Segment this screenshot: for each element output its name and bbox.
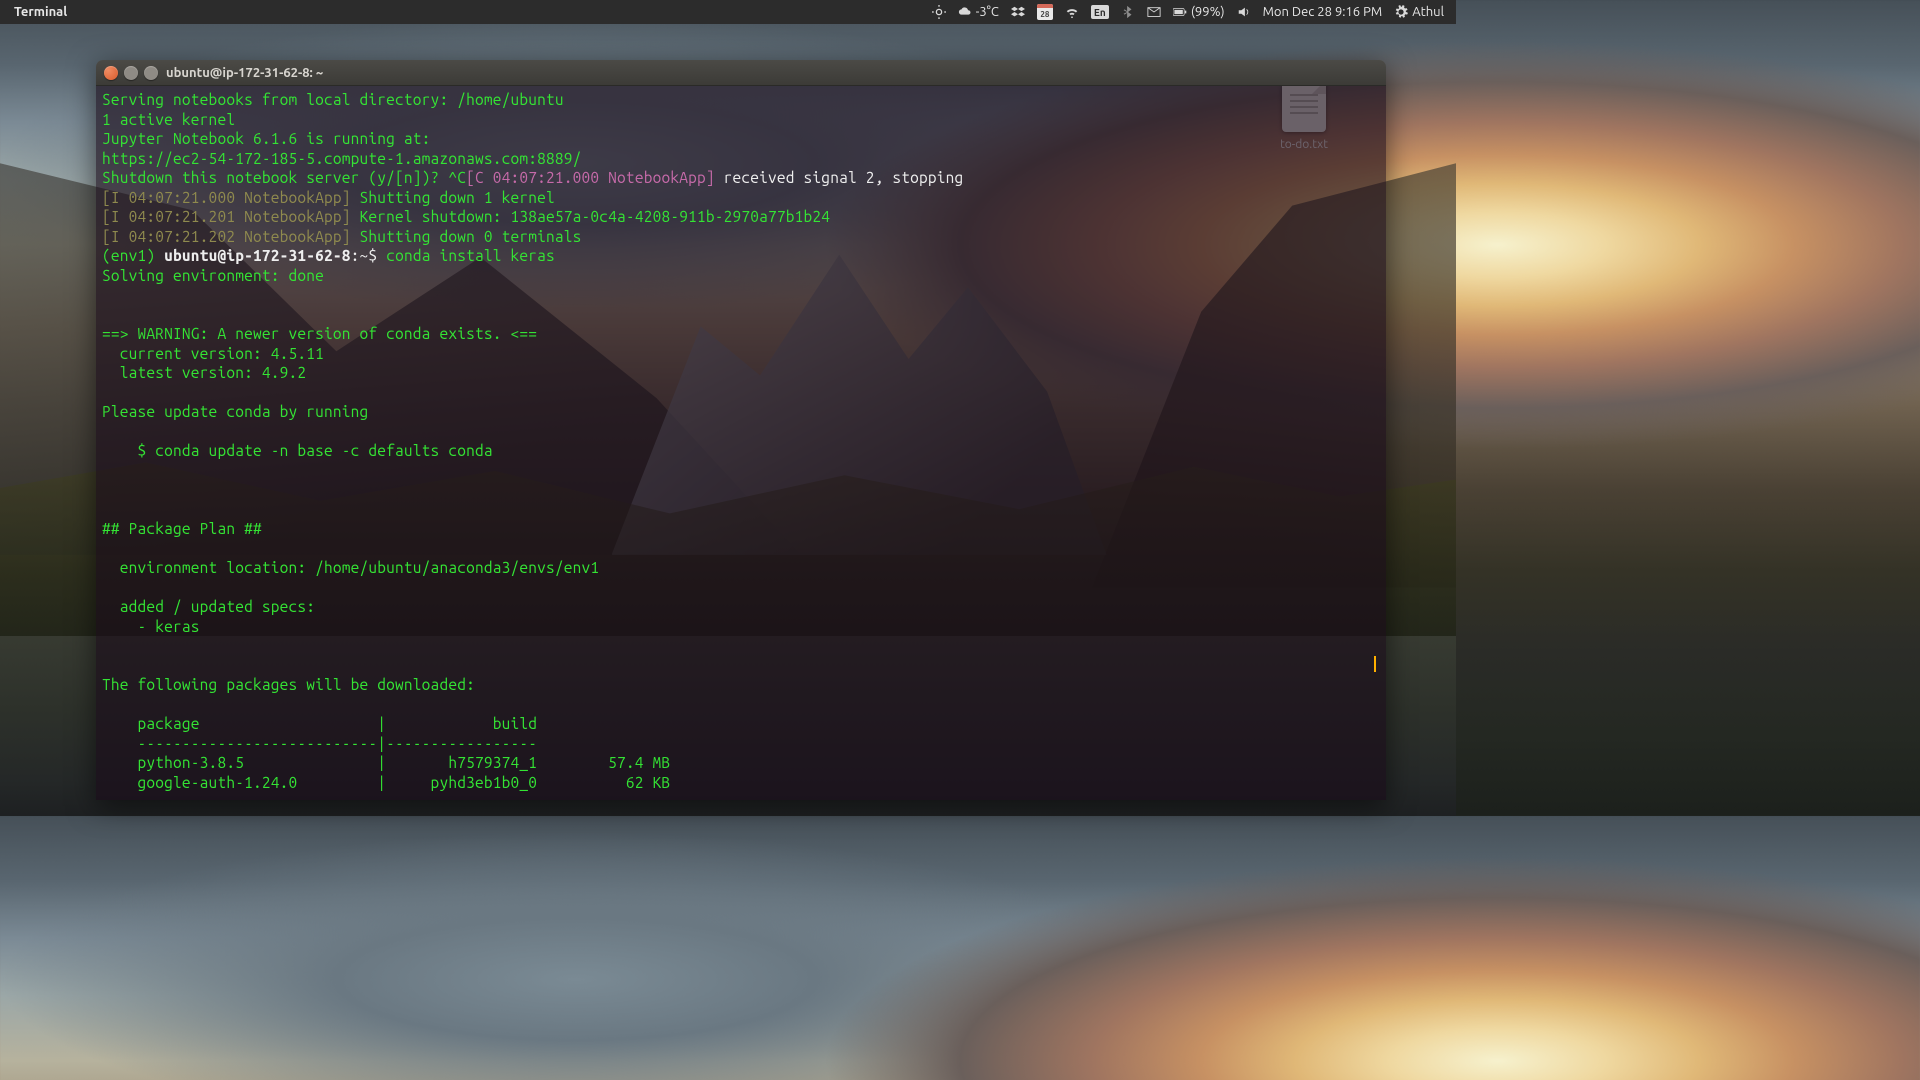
terminal-line: Shutting down 1 kernel xyxy=(351,189,555,206)
keyboard-indicator[interactable]: En xyxy=(1085,0,1115,24)
messages-indicator-icon[interactable] xyxy=(1141,0,1167,24)
terminal-content[interactable]: Serving notebooks from local directory: … xyxy=(96,86,1386,800)
terminal-command: conda install keras xyxy=(386,247,555,264)
terminal-line: [I 04:07:21.201 NotebookApp] xyxy=(102,208,351,225)
calendar-icon: 28 xyxy=(1037,4,1053,20)
brightness-indicator-icon[interactable] xyxy=(926,0,952,24)
window-title: ubuntu@ip-172-31-62-8: ~ xyxy=(166,66,323,80)
terminal-line: package | build xyxy=(102,715,537,732)
terminal-line: google-auth-1.24.0 | pyhd3eb1b0_0 62 KB xyxy=(102,774,670,791)
battery-icon xyxy=(1173,5,1187,19)
terminal-line: 1 active kernel xyxy=(102,111,235,128)
prompt-userhost: ubuntu@ip-172-31-62-8 xyxy=(164,247,350,264)
terminal-line: Shutdown this notebook server (y/[n])? ^… xyxy=(102,169,466,186)
terminal-line: https://ec2-54-172-185-5.compute-1.amazo… xyxy=(102,150,582,167)
terminal-line: Jupyter Notebook 6.1.6 is running at: xyxy=(102,130,431,147)
calendar-indicator[interactable]: 28 xyxy=(1031,0,1059,24)
top-panel: Terminal -3°C 28 En (99%) Mon Dec 28 9:1… xyxy=(0,0,1456,24)
window-minimize-button[interactable] xyxy=(124,66,138,80)
terminal-line: Shutting down 0 terminals xyxy=(351,228,582,245)
terminal-line: The following packages will be downloade… xyxy=(102,676,475,693)
weather-indicator[interactable]: -3°C xyxy=(952,0,1005,24)
terminal-line: added / updated specs: xyxy=(102,598,315,615)
weather-cloud-icon xyxy=(958,5,972,19)
session-user: Athul xyxy=(1412,5,1444,19)
keyboard-layout-badge: En xyxy=(1091,5,1109,19)
terminal-cursor xyxy=(1374,656,1376,672)
terminal-line: [C 04:07:21.000 NotebookApp] xyxy=(466,169,715,186)
prompt-env: (env1) xyxy=(102,247,164,264)
terminal-line: Serving notebooks from local directory: … xyxy=(102,91,564,108)
active-app-label[interactable]: Terminal xyxy=(6,5,75,19)
terminal-line: ==> WARNING: A newer version of conda ex… xyxy=(102,325,537,342)
sound-indicator-icon[interactable] xyxy=(1231,0,1257,24)
window-close-button[interactable] xyxy=(104,66,118,80)
terminal-line: ---------------------------|------------… xyxy=(102,735,537,752)
terminal-line: [I 04:07:21.202 NotebookApp] xyxy=(102,228,351,245)
terminal-window[interactable]: ubuntu@ip-172-31-62-8: ~ Serving noteboo… xyxy=(96,60,1386,800)
terminal-line: Kernel shutdown: 138ae57a-0c4a-4208-911b… xyxy=(351,208,831,225)
terminal-line: latest version: 4.9.2 xyxy=(102,364,306,381)
battery-indicator[interactable]: (99%) xyxy=(1167,0,1231,24)
terminal-line: received signal 2, stopping xyxy=(715,169,964,186)
bluetooth-indicator-icon[interactable] xyxy=(1115,0,1141,24)
prompt-path: :~$ xyxy=(351,247,387,264)
window-titlebar[interactable]: ubuntu@ip-172-31-62-8: ~ xyxy=(96,60,1386,86)
battery-percent: (99%) xyxy=(1191,5,1225,19)
gear-icon xyxy=(1394,5,1408,19)
terminal-line: Please update conda by running xyxy=(102,403,368,420)
temperature-value: -3°C xyxy=(976,5,999,19)
terminal-line: current version: 4.5.11 xyxy=(102,345,324,362)
terminal-line: ## Package Plan ## xyxy=(102,520,262,537)
terminal-line: Solving environment: done xyxy=(102,267,324,284)
network-indicator-icon[interactable] xyxy=(1059,0,1085,24)
clock[interactable]: Mon Dec 28 9:16 PM xyxy=(1257,0,1389,24)
session-indicator[interactable]: Athul xyxy=(1388,0,1450,24)
terminal-line: $ conda update -n base -c defaults conda xyxy=(102,442,493,459)
terminal-line: - keras xyxy=(102,618,200,635)
dropbox-indicator-icon[interactable] xyxy=(1005,0,1031,24)
terminal-line: [I 04:07:21.000 NotebookApp] xyxy=(102,189,351,206)
terminal-line: python-3.8.5 | h7579374_1 57.4 MB xyxy=(102,754,670,771)
terminal-line: environment location: /home/ubuntu/anaco… xyxy=(102,559,599,576)
window-maximize-button[interactable] xyxy=(144,66,158,80)
